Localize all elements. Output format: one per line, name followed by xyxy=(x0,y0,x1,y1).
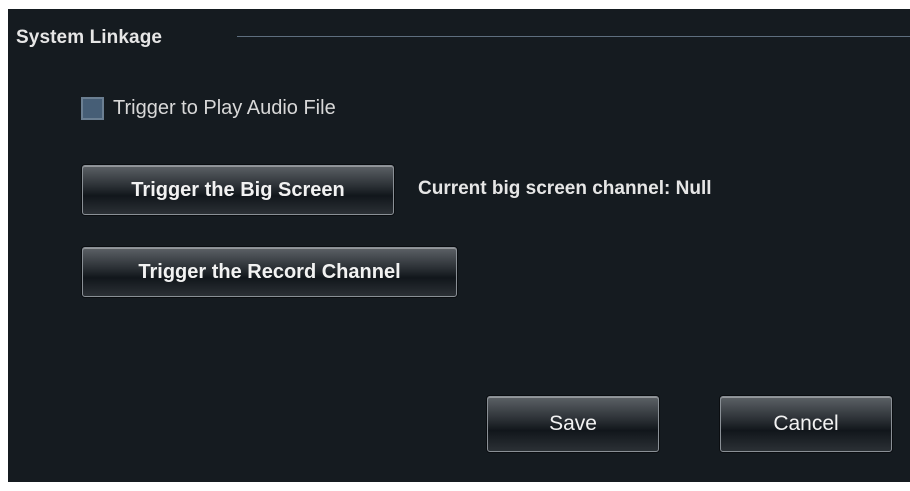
audio-file-checkbox-row[interactable]: Trigger to Play Audio File xyxy=(81,96,336,120)
audio-file-checkbox-label[interactable]: Trigger to Play Audio File xyxy=(113,96,336,120)
section-divider xyxy=(237,36,910,37)
cancel-button[interactable]: Cancel xyxy=(720,396,892,452)
trigger-big-screen-button[interactable]: Trigger the Big Screen xyxy=(82,165,394,215)
save-button[interactable]: Save xyxy=(487,396,659,452)
trigger-record-channel-button[interactable]: Trigger the Record Channel xyxy=(82,247,457,297)
section-title: System Linkage xyxy=(16,27,163,48)
audio-file-checkbox[interactable] xyxy=(81,96,104,120)
big-screen-channel-status: Current big screen channel: Null xyxy=(418,178,712,199)
